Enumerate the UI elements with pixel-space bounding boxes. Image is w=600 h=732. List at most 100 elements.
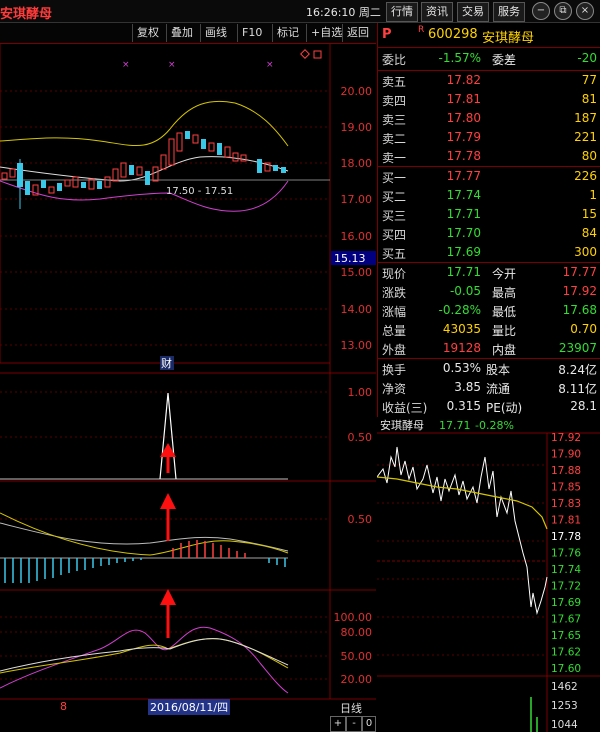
- stat-label: 外盘: [382, 343, 407, 357]
- ask-label: 卖一: [382, 151, 407, 165]
- up-arrow-icon: [160, 493, 176, 509]
- ind1-axis: 1.00 0.50: [348, 386, 373, 444]
- close-icon[interactable]: ×: [576, 2, 594, 20]
- ask-volume: 81: [581, 92, 597, 106]
- ask-label: 卖三: [382, 113, 407, 127]
- up-arrow-icon: [160, 589, 176, 605]
- f10-button[interactable]: F10: [237, 24, 266, 42]
- mini-axis-tick: 17.76: [551, 548, 581, 560]
- mini-axis-tick: 17.60: [551, 663, 581, 675]
- trade-button[interactable]: 交易: [457, 2, 489, 22]
- news-button[interactable]: 资讯: [421, 2, 453, 22]
- svg-text:×: ×: [122, 60, 130, 70]
- stat-value: 23907: [558, 341, 597, 355]
- mini-axis-tick: 17.65: [551, 630, 581, 642]
- market-button[interactable]: 行情: [386, 2, 418, 22]
- ask-row: 卖二 17.79 221: [378, 130, 600, 148]
- ask-row: 卖五 17.82 77: [378, 73, 600, 91]
- draw-line-button[interactable]: 画线: [200, 24, 231, 42]
- bid-row: 买三 17.71 15: [378, 207, 600, 225]
- bid-label: 买一: [382, 171, 407, 185]
- stat-row: 涨跌 -0.05 最高 17.92: [378, 284, 600, 302]
- service-button[interactable]: 服务: [493, 2, 525, 22]
- kdj-j-line: [0, 626, 289, 694]
- mini-axis-tick: 17.90: [551, 449, 581, 461]
- left-number: 8: [60, 700, 67, 713]
- bid-row: 买四 17.70 84: [378, 226, 600, 244]
- mini-axis-tick: 17.74: [551, 564, 581, 576]
- fund-value: 8.24亿: [558, 363, 597, 377]
- bid-volume: 84: [581, 226, 597, 240]
- adjust-button[interactable]: 复权: [132, 24, 163, 42]
- restore-icon[interactable]: ⧉: [554, 2, 572, 20]
- price-tick: 19.00: [341, 121, 373, 134]
- fund-label: PE(动): [486, 401, 523, 415]
- date-label: 2016/08/11/四: [148, 699, 231, 715]
- svg-text:1462: 1462: [551, 681, 578, 693]
- kdj-k-line: [0, 638, 289, 672]
- ask-price: 17.81: [446, 92, 481, 106]
- chart-toolbar: 复权 叠加 画线 F10 标记 +自选 返回: [0, 23, 376, 44]
- svg-text:×: ×: [266, 60, 274, 70]
- app-title: 安琪酵母: [0, 7, 53, 22]
- bid-price: 17.74: [446, 188, 481, 202]
- svg-text:100.00: 100.00: [334, 611, 373, 624]
- ask-label: 卖五: [382, 75, 407, 89]
- svg-text:1253: 1253: [551, 700, 578, 712]
- stat-label: 现价: [382, 267, 407, 281]
- mark-button[interactable]: 标记: [272, 24, 303, 42]
- current-price-tag: 15.13: [334, 252, 366, 265]
- bid-row: 买一 17.77 226: [378, 169, 600, 187]
- back-button[interactable]: 返回: [342, 24, 373, 42]
- intraday-chart[interactable]: 安琪酵母 17.71 -0.28% 17.9217.9017.8817.8517…: [377, 417, 600, 732]
- stat-value: 17.77: [562, 265, 597, 279]
- fund-label: 流通: [486, 382, 511, 396]
- mini-axis-tick: 17.85: [551, 482, 581, 494]
- fund-value: 0.315: [446, 399, 481, 413]
- range-label: 17.50 - 17.51: [166, 186, 233, 197]
- price-axis: 20.00 19.00 18.00 17.00 16.00 15.00 14.0…: [341, 85, 373, 352]
- ask-row: 卖一 17.78 80: [378, 149, 600, 167]
- minimize-icon[interactable]: −: [532, 2, 550, 20]
- stat-row: 涨幅 -0.28% 最低 17.68: [378, 303, 600, 321]
- stock-name: 安琪酵母: [482, 31, 535, 46]
- ask-price: 17.82: [446, 73, 481, 87]
- macd-bars: [4, 558, 286, 583]
- zoom-in-button[interactable]: +: [330, 716, 346, 732]
- zoom-out-button[interactable]: -: [346, 716, 362, 732]
- macd-bars-positive: [172, 540, 246, 558]
- mini-change: -0.28%: [475, 419, 514, 432]
- mini-axis-tick: 17.72: [551, 581, 581, 593]
- grid: [0, 90, 330, 680]
- kline-chart[interactable]: 20.00 19.00 18.00 17.00 16.00 15.00 14.0…: [0, 43, 376, 719]
- svg-text:80.00: 80.00: [341, 626, 373, 639]
- stat-value: 17.68: [562, 303, 597, 317]
- mini-axis-tick: 17.88: [551, 465, 581, 477]
- mini-axis-tick: 17.67: [551, 614, 581, 626]
- bid-label: 买四: [382, 228, 407, 242]
- bid-volume: 226: [574, 169, 597, 183]
- macd-dif-line: [0, 522, 289, 552]
- overlay-button[interactable]: 叠加: [166, 24, 197, 42]
- zoom-reset-button[interactable]: 0: [362, 716, 376, 732]
- bid-volume: 300: [574, 245, 597, 259]
- fund-label: 收益(三): [382, 401, 428, 415]
- price-tick: 16.00: [341, 230, 373, 243]
- quote-panel: P R 600298 安琪酵母 委比 -1.57% 委差 -20 卖五 17.8…: [377, 23, 600, 417]
- mini-axis-tick: 17.62: [551, 647, 581, 659]
- add-watchlist-button[interactable]: +自选: [306, 24, 346, 42]
- ask-volume: 80: [581, 149, 597, 163]
- bid-label: 买五: [382, 247, 407, 261]
- top-markers: × × ×: [122, 60, 274, 70]
- square-marker-icon: [313, 50, 322, 59]
- price-tick: 18.00: [341, 157, 373, 170]
- title-bar: 安琪酵母 16:26:10 周二 行情 资讯 交易 服务 − ⧉ ×: [0, 0, 600, 23]
- ind2-axis: 0.50: [348, 513, 373, 526]
- stat-value: -0.05: [449, 284, 481, 298]
- event-marker[interactable]: 财: [161, 356, 172, 370]
- svg-text:20.00: 20.00: [341, 673, 373, 686]
- order-ratio-row: 委比 -1.57% 委差 -20: [382, 51, 597, 67]
- fundamental-row: 收益(三) 0.315 PE(动) 28.1: [378, 399, 600, 417]
- period-label[interactable]: 日线: [340, 700, 362, 716]
- price-tick: 20.00: [341, 85, 373, 98]
